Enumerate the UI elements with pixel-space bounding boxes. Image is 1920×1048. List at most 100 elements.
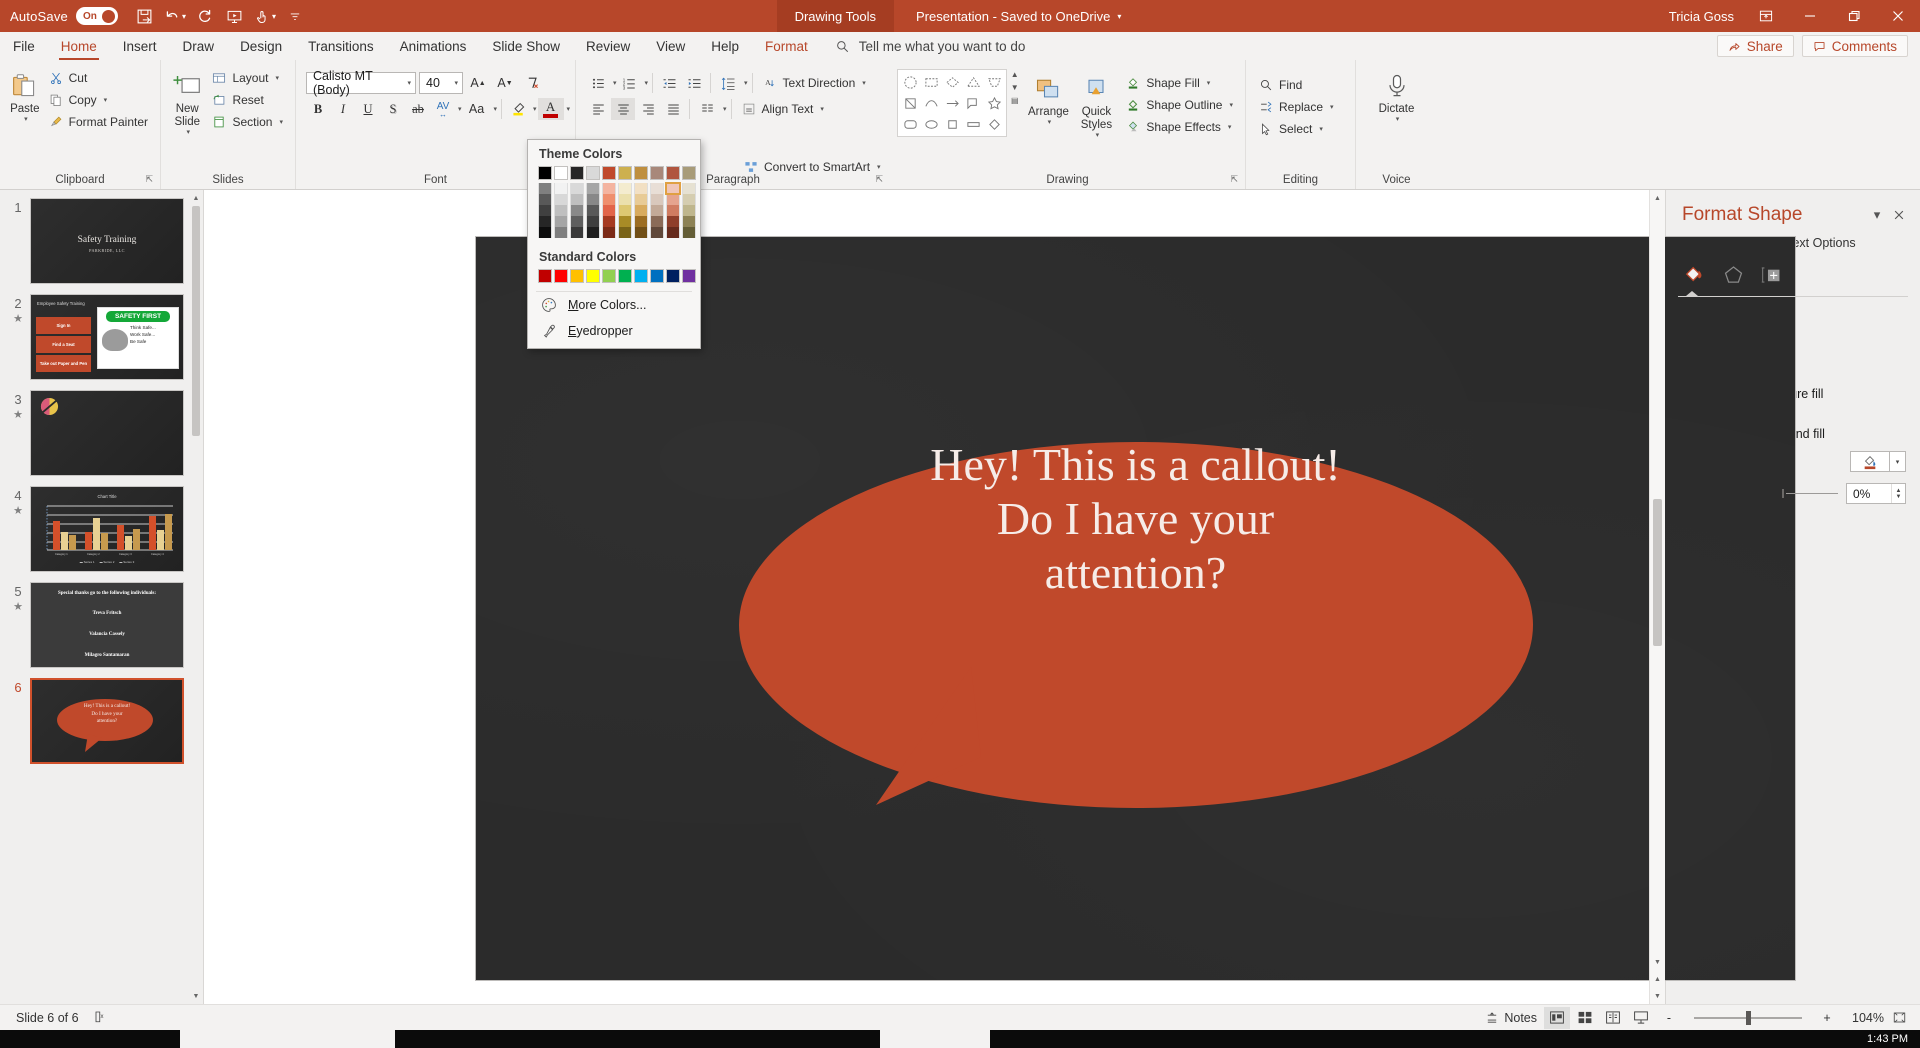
select-button[interactable]: Select ▾ xyxy=(1253,118,1339,139)
align-center-button[interactable] xyxy=(611,98,635,120)
editor-scroll-up-icon[interactable]: ▲ xyxy=(1650,190,1665,206)
thumbnail-slide[interactable] xyxy=(30,390,184,476)
shape-cell[interactable] xyxy=(900,93,920,113)
scrollbar-thumb[interactable] xyxy=(192,206,200,436)
notes-button[interactable]: Notes xyxy=(1480,1007,1542,1029)
share-button[interactable]: Share xyxy=(1717,35,1794,57)
justify-button[interactable] xyxy=(661,98,685,120)
theme-color-variant-swatch[interactable] xyxy=(682,194,696,205)
tab-format[interactable]: Format xyxy=(752,32,821,60)
theme-color-swatch[interactable] xyxy=(570,166,584,180)
more-colors-menu-item[interactable]: More Colors... xyxy=(528,292,700,318)
tab-view[interactable]: View xyxy=(643,32,698,60)
zoom-slider-knob[interactable] xyxy=(1746,1011,1751,1025)
reading-view-button[interactable] xyxy=(1600,1007,1626,1029)
task-pane-options-icon[interactable]: ▾ xyxy=(1866,204,1888,226)
theme-color-swatch[interactable] xyxy=(554,166,568,180)
theme-color-variant-swatch[interactable] xyxy=(650,205,664,216)
replace-button[interactable]: Replace ▾ xyxy=(1253,96,1339,117)
shape-cell[interactable] xyxy=(984,72,1004,92)
shape-cell[interactable] xyxy=(921,93,941,113)
shape-cell[interactable] xyxy=(984,93,1004,113)
transparency-slider[interactable] xyxy=(1786,493,1838,494)
layout-caret-icon[interactable]: ▾ xyxy=(275,74,279,82)
zoom-out-button[interactable]: - xyxy=(1656,1007,1682,1029)
theme-color-variant-swatch[interactable] xyxy=(634,216,648,227)
thumbnail-item-2[interactable]: 2 ★ Employee Safety Training Sign In Fin… xyxy=(0,294,203,390)
theme-color-variant-swatch[interactable] xyxy=(570,227,584,238)
thumbnail-item-6[interactable]: 6 Hey! This is a callout! Do I have your… xyxy=(0,678,203,774)
theme-color-variant-swatch[interactable] xyxy=(602,194,616,205)
theme-colors-variant-grid[interactable] xyxy=(528,183,700,238)
scroll-down-icon[interactable]: ▼ xyxy=(189,988,203,1004)
decrease-font-size-button[interactable]: A▼ xyxy=(493,72,517,94)
slide-indicator[interactable]: Slide 6 of 6 xyxy=(16,1011,79,1025)
italic-button[interactable]: I xyxy=(331,98,355,120)
fill-line-icon[interactable] xyxy=(1682,262,1708,288)
shape-cell[interactable] xyxy=(921,72,941,92)
thumbnail-item-5[interactable]: 5 ★ Special thanks go to the following i… xyxy=(0,582,203,678)
theme-color-swatch[interactable] xyxy=(682,166,696,180)
theme-color-swatch[interactable] xyxy=(634,166,648,180)
standard-color-swatch[interactable] xyxy=(634,269,648,283)
slide-thumbnail-panel[interactable]: 1 Safety Training PARKBIDE, LLC 2 ★ Empl… xyxy=(0,190,204,1004)
fit-slide-button[interactable] xyxy=(1886,1007,1912,1029)
shapes-gallery[interactable] xyxy=(897,69,1007,137)
theme-color-variant-swatch[interactable] xyxy=(570,216,584,227)
layout-button[interactable]: Layout ▾ xyxy=(206,67,288,88)
shape-fill-caret-icon[interactable]: ▾ xyxy=(1207,79,1211,87)
text-highlight-color-button[interactable] xyxy=(506,98,530,120)
minimize-icon[interactable] xyxy=(1788,0,1832,32)
theme-color-variant-swatch[interactable] xyxy=(586,216,600,227)
close-icon[interactable] xyxy=(1876,0,1920,32)
thumbnail-item-3[interactable]: 3 ★ xyxy=(0,390,203,486)
theme-color-variant-swatch[interactable] xyxy=(586,227,600,238)
theme-colors-base-row[interactable] xyxy=(528,166,700,180)
shape-outline-caret-icon[interactable]: ▾ xyxy=(1229,101,1233,109)
standard-color-swatch[interactable] xyxy=(586,269,600,283)
shape-cell[interactable] xyxy=(942,93,962,113)
dictate-caret-icon[interactable]: ▾ xyxy=(1396,116,1400,124)
theme-color-variant-swatch[interactable] xyxy=(650,227,664,238)
new-slide-caret-icon[interactable]: ▾ xyxy=(186,129,190,137)
theme-color-variant-swatch[interactable] xyxy=(618,194,632,205)
transparency-spinner[interactable]: ▲▼ xyxy=(1891,484,1905,503)
paste-caret-icon[interactable]: ▾ xyxy=(24,116,28,124)
editor-vertical-scrollbar[interactable]: ▲ ▼ ▲ ▼ xyxy=(1649,190,1665,1004)
strikethrough-button[interactable]: ab xyxy=(406,98,430,120)
arrange-button[interactable]: Arrange ▾ xyxy=(1024,69,1072,130)
tab-design[interactable]: Design xyxy=(227,32,295,60)
theme-color-variant-swatch[interactable] xyxy=(634,227,648,238)
columns-button[interactable] xyxy=(694,98,720,120)
thumbnail-item-1[interactable]: 1 Safety Training PARKBIDE, LLC xyxy=(0,198,203,294)
font-size-input[interactable]: 40 ▾ xyxy=(419,72,463,94)
theme-color-swatch[interactable] xyxy=(650,166,664,180)
replace-caret-icon[interactable]: ▾ xyxy=(1330,103,1334,111)
theme-color-swatch[interactable] xyxy=(666,166,680,180)
gallery-scroll-up-icon[interactable]: ▲ xyxy=(1009,69,1020,82)
theme-color-variant-swatch[interactable] xyxy=(666,227,680,238)
user-account-name[interactable]: Tricia Goss xyxy=(1659,9,1744,24)
drawing-dialog-launcher[interactable]: ⇱ xyxy=(1230,171,1238,188)
thumbnail-slide[interactable]: Employee Safety Training Sign In Find a … xyxy=(30,294,184,380)
eyedropper-menu-item[interactable]: Eyedropper xyxy=(528,318,700,344)
theme-color-variant-swatch[interactable] xyxy=(618,227,632,238)
shape-fill-button[interactable]: Shape Fill ▾ xyxy=(1120,72,1238,93)
cut-button[interactable]: Cut xyxy=(43,67,153,88)
font-name-caret-icon[interactable]: ▾ xyxy=(407,79,411,87)
tab-help[interactable]: Help xyxy=(698,32,752,60)
theme-color-variant-swatch[interactable] xyxy=(618,183,632,194)
theme-color-variant-swatch[interactable] xyxy=(570,194,584,205)
theme-color-variant-swatch[interactable] xyxy=(538,194,552,205)
normal-view-button[interactable] xyxy=(1544,1007,1570,1029)
align-left-button[interactable] xyxy=(586,98,610,120)
thumbnail-slide[interactable]: Chart Title xyxy=(30,486,184,572)
theme-color-variant-swatch[interactable] xyxy=(586,194,600,205)
theme-color-variant-swatch[interactable] xyxy=(538,205,552,216)
shape-cell[interactable] xyxy=(963,93,983,113)
theme-color-variant-swatch[interactable] xyxy=(602,227,616,238)
shape-cell[interactable] xyxy=(942,72,962,92)
tab-file[interactable]: File xyxy=(0,32,48,60)
theme-color-variant-swatch[interactable] xyxy=(538,183,552,194)
undo-caret-icon[interactable]: ▾ xyxy=(182,12,186,21)
